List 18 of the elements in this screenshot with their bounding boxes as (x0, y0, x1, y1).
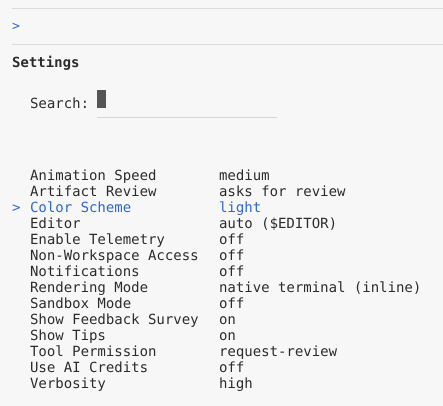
search-label: Search: (30, 94, 90, 112)
setting-row[interactable]: > Color Scheme light (12, 200, 443, 216)
setting-row[interactable]: Notifications off (12, 264, 443, 280)
setting-row[interactable]: Use AI Credits off (12, 360, 443, 376)
search-field[interactable] (97, 89, 278, 118)
setting-row[interactable]: Artifact Review asks for review (12, 184, 443, 200)
setting-row[interactable]: Sandbox Mode off (12, 296, 443, 312)
setting-row[interactable]: Non-Workspace Access off (12, 248, 443, 264)
setting-row[interactable]: Tool Permission request-review (12, 344, 443, 360)
setting-row[interactable]: Enable Telemetry off (12, 232, 443, 248)
setting-row[interactable]: Show Feedback Survey on (12, 312, 443, 328)
settings-title: Settings (12, 54, 80, 72)
setting-row[interactable]: Animation Speed medium (12, 168, 443, 184)
setting-row[interactable]: Rendering Mode native terminal (inline) (12, 280, 443, 296)
setting-row[interactable]: Show Tips on (12, 328, 443, 344)
setting-row[interactable]: Verbosity high (12, 376, 443, 392)
setting-row[interactable]: Editor auto ($EDITOR) (12, 216, 443, 232)
prompt-symbol: > (12, 19, 20, 34)
